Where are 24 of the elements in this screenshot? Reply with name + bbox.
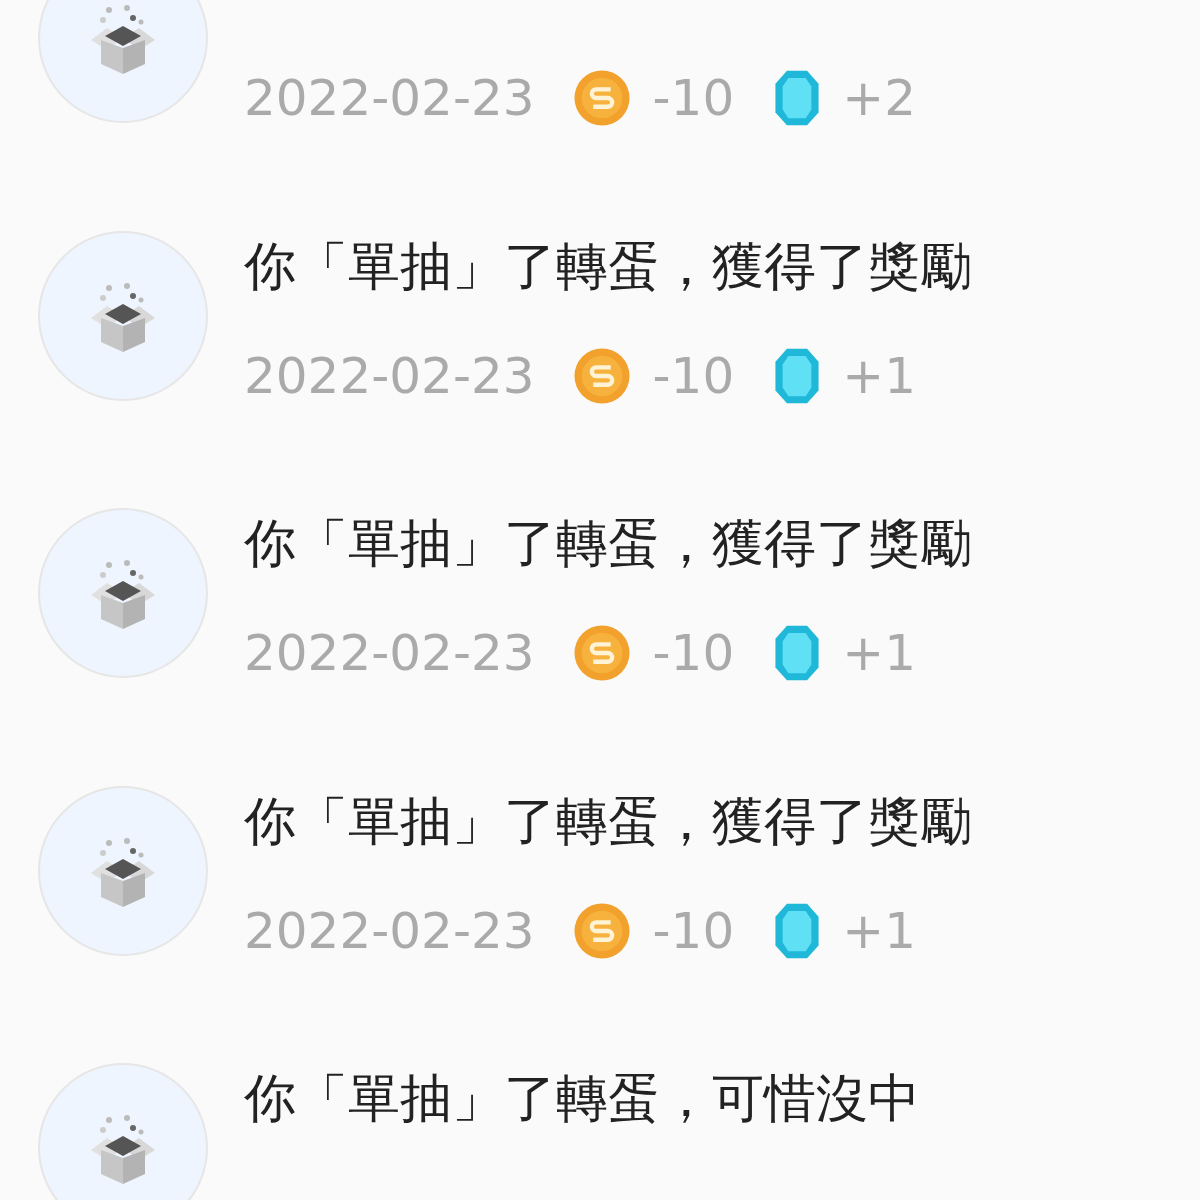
coin-change: -10: [652, 901, 735, 960]
coin-icon: [572, 346, 631, 405]
record-title: 你「單抽」了轉蛋，可惜沒中: [244, 1067, 920, 1130]
coin-change: -10: [652, 624, 735, 682]
coin-icon: [572, 624, 631, 682]
gem-icon: [774, 624, 821, 682]
coin-icon: [572, 901, 631, 960]
coin-change: -10: [652, 346, 735, 405]
record-date: 2022-02-23: [244, 901, 535, 960]
record-title: 你「單抽」了轉蛋，獲得了獎勵: [244, 234, 972, 298]
record-title: 你「單抽」了轉蛋，獲得了獎勵: [244, 512, 972, 575]
gem-change: +2: [842, 69, 916, 127]
record-title: 你「單抽」了轉蛋，獲得了獎勵: [244, 789, 972, 853]
coin-change: -10: [652, 69, 735, 127]
coin-icon: [572, 69, 631, 127]
gem-icon: [774, 346, 821, 405]
record-date: 2022-02-23: [244, 624, 535, 682]
record-date: 2022-02-23: [244, 346, 535, 405]
gem-change: +1: [842, 901, 916, 960]
record-date: 2022-02-23: [244, 69, 535, 127]
gem-change: +1: [842, 346, 916, 405]
gem-change: +1: [842, 624, 916, 682]
gem-icon: [774, 69, 821, 127]
gem-icon: [774, 901, 821, 960]
